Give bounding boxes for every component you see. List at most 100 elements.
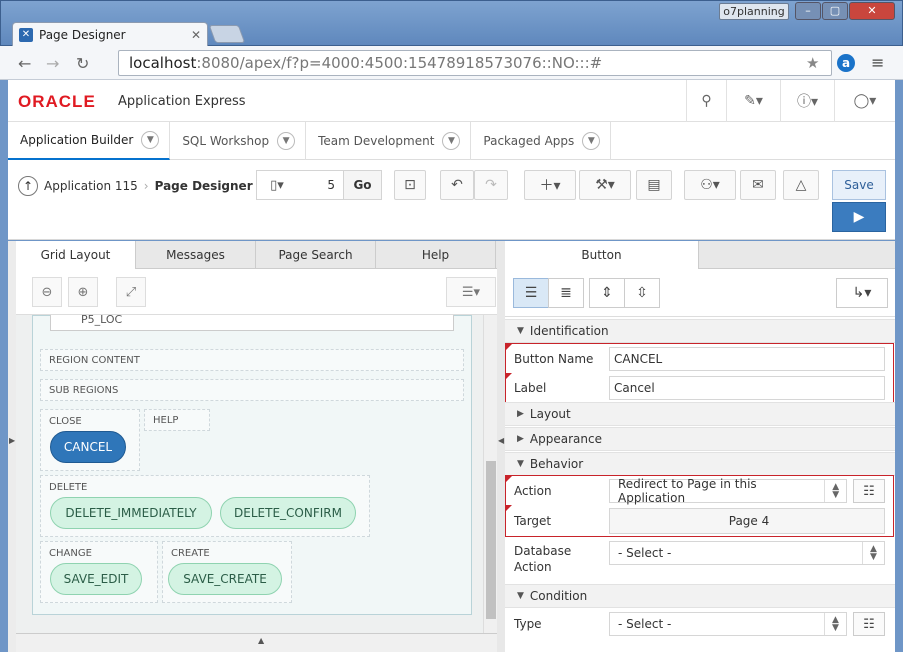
address-bar: ← → ↻ localhost:8080/apex/f?p=4000:4500:…: [0, 46, 903, 80]
cancel-button[interactable]: CANCEL: [50, 431, 126, 463]
user-menu-icon[interactable]: ◯▾: [834, 80, 895, 122]
prop-label: Button Name: [514, 352, 594, 366]
section-appearance[interactable]: ▶ Appearance: [505, 427, 895, 451]
tab-team-development[interactable]: Team Development ▼: [306, 122, 472, 160]
section-label: Layout: [529, 407, 571, 421]
bookmark-star-icon[interactable]: ★: [806, 54, 819, 72]
left-pane: Grid Layout Messages Page Search Help ⊖ …: [8, 241, 497, 652]
splitter-arrow-icon[interactable]: ◀: [498, 436, 504, 445]
show-common-icon[interactable]: ☰: [513, 278, 549, 308]
chevron-down-icon[interactable]: ▼: [277, 132, 296, 150]
save-edit-button[interactable]: SAVE_EDIT: [50, 563, 142, 595]
save-create-button[interactable]: SAVE_CREATE: [168, 563, 282, 595]
label-input[interactable]: Cancel: [609, 376, 885, 400]
button-name-input[interactable]: CANCEL: [609, 347, 885, 371]
caret-down-icon: ▼: [517, 459, 524, 469]
save-button[interactable]: Save: [832, 170, 886, 200]
chevron-down-icon[interactable]: ▼: [582, 132, 601, 150]
prop-label: Label: [514, 381, 547, 395]
forward-icon[interactable]: →: [46, 54, 59, 73]
prop-action: Action Redirect to Page in this Applicat…: [505, 477, 895, 505]
browser-menu-icon[interactable]: ≡: [871, 53, 884, 72]
collapse-all-icon[interactable]: ⇕: [589, 278, 625, 308]
team-dev-icon[interactable]: ⚇▾: [684, 170, 736, 200]
left-splitter[interactable]: ▶: [8, 241, 16, 652]
tab-sql-workshop[interactable]: SQL Workshop ▼: [170, 122, 307, 160]
list-picker-icon[interactable]: ☷: [853, 479, 885, 503]
tab-packaged-apps[interactable]: Packaged Apps ▼: [471, 122, 612, 160]
center-splitter[interactable]: ◀: [497, 241, 505, 652]
window-close-icon[interactable]: ✕: [849, 2, 895, 20]
zoom-out-icon[interactable]: ⊖: [32, 277, 62, 307]
type-select[interactable]: - Select - ▲ ▼: [609, 612, 847, 636]
database-action-select[interactable]: - Select - ▲ ▼: [609, 541, 885, 565]
tab-help[interactable]: Help: [376, 241, 496, 269]
comments-icon[interactable]: ✉: [740, 170, 776, 200]
go-to-group-icon[interactable]: ↳▾: [836, 278, 888, 308]
bottom-splitter[interactable]: ▲: [16, 633, 497, 652]
zoom-in-icon[interactable]: ⊕: [68, 277, 98, 307]
db-action-value: - Select -: [618, 546, 672, 560]
expand-icon[interactable]: ⤢: [116, 277, 146, 307]
help-menu-icon[interactable]: ⓘ▾: [780, 80, 834, 122]
section-condition[interactable]: ▼ Condition: [505, 584, 895, 608]
main-nav: Application Builder ▼ SQL Workshop ▼ Team …: [8, 122, 895, 160]
breadcrumb-app[interactable]: Application 115: [44, 179, 138, 193]
splitter-arrow-icon[interactable]: ▶: [9, 436, 15, 445]
type-value: - Select -: [618, 617, 672, 631]
section-layout[interactable]: ▶ Layout: [505, 402, 895, 426]
chevron-down-icon[interactable]: ▼: [141, 131, 160, 149]
maximize-icon[interactable]: ▢: [822, 2, 848, 20]
tab-label: SQL Workshop: [182, 134, 270, 148]
browser-tab[interactable]: ✕ Page Designer ✕: [12, 22, 208, 46]
product-name: Application Express: [118, 94, 246, 109]
show-all-icon[interactable]: ≣: [548, 278, 584, 308]
page-icon[interactable]: ▯▾: [257, 178, 297, 193]
display-options-icon[interactable]: ☰▾: [446, 277, 496, 307]
page-number-input[interactable]: 5: [297, 178, 343, 192]
delete-immediately-button[interactable]: DELETE_IMMEDIATELY: [50, 497, 212, 529]
splitter-up-icon[interactable]: ▲: [258, 636, 264, 645]
admin-menu-icon[interactable]: ✎▾: [726, 80, 780, 122]
tab-messages[interactable]: Messages: [136, 241, 256, 269]
action-select[interactable]: Redirect to Page in this Application ▲ ▼: [609, 477, 847, 505]
back-icon[interactable]: ←: [18, 54, 31, 73]
delete-confirm-button[interactable]: DELETE_CONFIRM: [220, 497, 356, 529]
shared-components-icon[interactable]: ▤: [636, 170, 672, 200]
shapes-icon[interactable]: △: [783, 170, 819, 200]
target-link-button[interactable]: Page 4: [609, 508, 885, 534]
tab-grid-layout[interactable]: Grid Layout: [16, 241, 136, 269]
list-picker-icon[interactable]: ☷: [853, 612, 885, 636]
search-icon[interactable]: ⚲: [686, 80, 726, 122]
run-page-icon[interactable]: ▶: [832, 202, 886, 232]
tab-application-builder[interactable]: Application Builder ▼: [8, 122, 171, 160]
create-menu-icon[interactable]: ＋▾: [524, 170, 576, 200]
prop-label-line2: Action: [514, 560, 552, 574]
expand-all-icon[interactable]: ⇳: [624, 278, 660, 308]
sub-regions-zone: SUB REGIONS: [40, 379, 464, 401]
lock-icon[interactable]: ⊡: [394, 170, 426, 200]
new-tab-button[interactable]: [208, 25, 246, 43]
select-spinner-icon: ▲ ▼: [824, 613, 846, 635]
utilities-wrench-icon[interactable]: ⚒▾: [579, 170, 631, 200]
profile-badge[interactable]: o7planning: [719, 3, 789, 20]
zone-label: REGION CONTENT: [49, 355, 140, 366]
undo-icon[interactable]: ↶: [440, 170, 474, 200]
zone-label: HELP: [153, 415, 179, 426]
minimize-icon[interactable]: –: [795, 2, 821, 20]
up-arrow-icon[interactable]: ↑: [18, 176, 38, 196]
url-input[interactable]: localhost:8080/apex/f?p=4000:4500:154789…: [118, 50, 832, 76]
go-button[interactable]: Go: [343, 171, 381, 199]
prop-label: Action: [514, 484, 552, 498]
section-identification[interactable]: ▼ Identification: [505, 319, 895, 343]
tab-page-search[interactable]: Page Search: [256, 241, 376, 269]
section-behavior[interactable]: ▼ Behavior: [505, 452, 895, 476]
scrollbar-thumb[interactable]: [486, 461, 496, 619]
close-tab-icon[interactable]: ✕: [191, 28, 201, 42]
tab-button[interactable]: Button: [505, 241, 699, 269]
redo-icon[interactable]: ↷: [474, 170, 508, 200]
chevron-down-icon[interactable]: ▼: [442, 132, 461, 150]
reload-icon[interactable]: ↻: [76, 54, 89, 73]
extension-icon[interactable]: a: [837, 54, 855, 72]
item-field[interactable]: P5_LOC: [50, 315, 454, 331]
